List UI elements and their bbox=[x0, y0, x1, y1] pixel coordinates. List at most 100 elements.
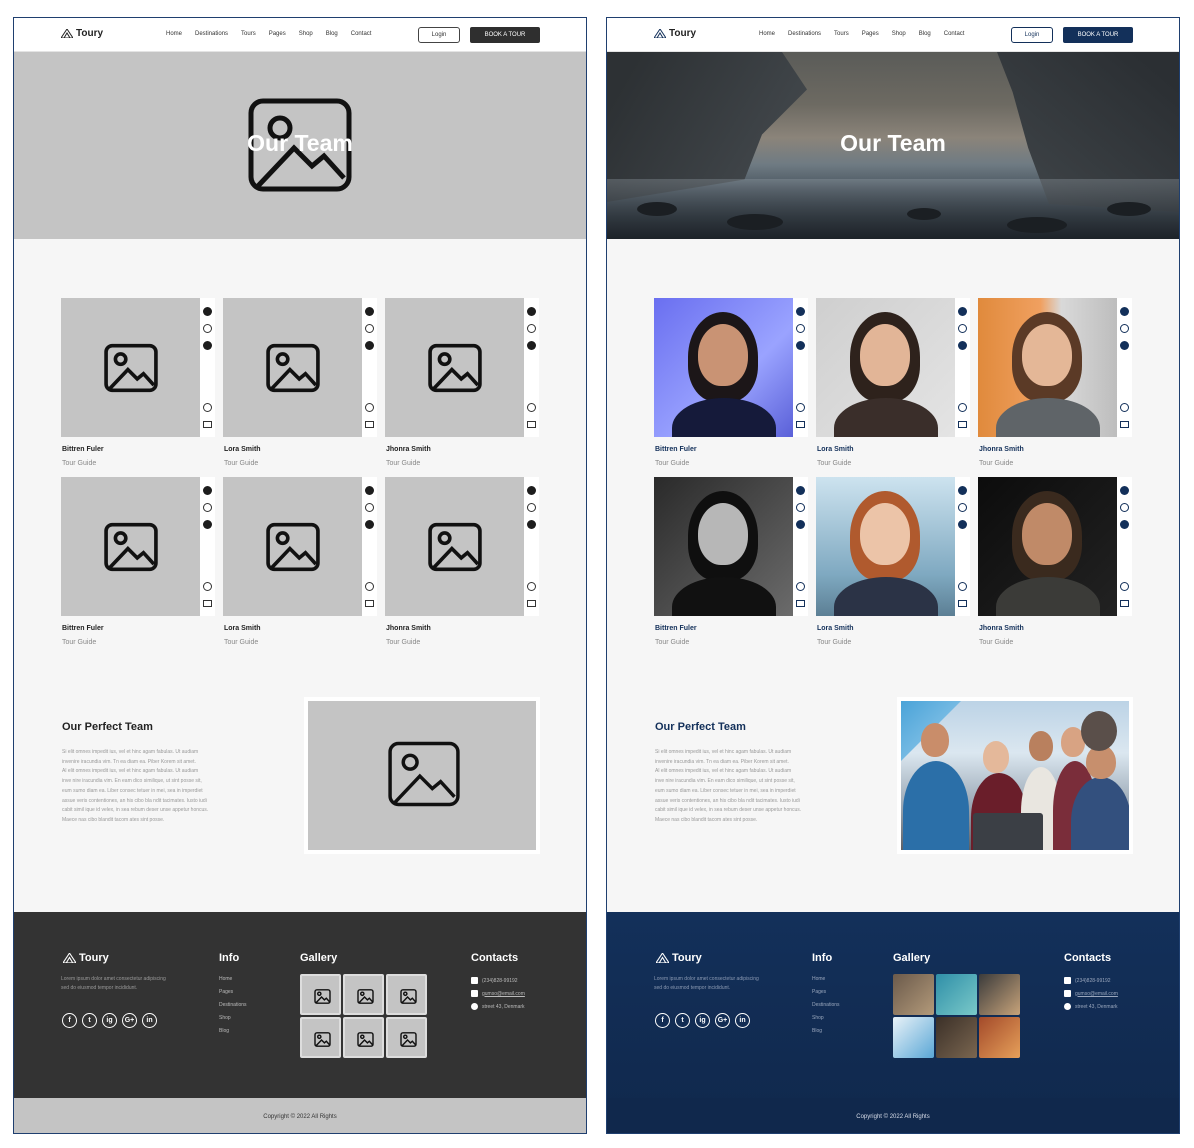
twitter-icon[interactable] bbox=[203, 341, 212, 350]
mail-icon[interactable] bbox=[203, 421, 212, 428]
team-member-name[interactable]: Lora Smith bbox=[224, 625, 261, 632]
team-member-photo[interactable] bbox=[978, 477, 1117, 616]
team-member-photo-placeholder[interactable] bbox=[223, 477, 362, 616]
team-member-name[interactable]: Bittren Fuler bbox=[655, 446, 697, 453]
team-member-photo-placeholder[interactable] bbox=[385, 298, 524, 437]
team-member-photo-placeholder[interactable] bbox=[223, 298, 362, 437]
instagram-icon[interactable] bbox=[796, 324, 805, 333]
nav-item-blog[interactable]: Blog bbox=[326, 31, 338, 37]
team-member-name[interactable]: Bittren Fuler bbox=[62, 625, 104, 632]
instagram-icon[interactable] bbox=[958, 324, 967, 333]
instagram-icon[interactable] bbox=[365, 503, 374, 512]
nav-item-shop[interactable]: Shop bbox=[299, 31, 313, 37]
logo[interactable]: Toury bbox=[61, 28, 103, 39]
phone-icon[interactable] bbox=[958, 403, 967, 412]
footer-logo[interactable]: Toury bbox=[63, 952, 109, 964]
instagram-icon[interactable] bbox=[958, 503, 967, 512]
nav-item-destinations[interactable]: Destinations bbox=[195, 31, 228, 37]
team-member-photo[interactable] bbox=[978, 298, 1117, 437]
facebook-icon[interactable] bbox=[1120, 307, 1129, 316]
twitter-icon[interactable] bbox=[958, 520, 967, 529]
twitter-icon[interactable] bbox=[796, 341, 805, 350]
footer-link-home[interactable]: Home bbox=[219, 976, 232, 982]
mail-icon[interactable] bbox=[527, 421, 536, 428]
twitter-icon[interactable] bbox=[203, 520, 212, 529]
mail-icon[interactable] bbox=[796, 600, 805, 607]
footer-logo[interactable]: Toury bbox=[656, 952, 702, 964]
facebook-icon[interactable]: f bbox=[62, 1013, 77, 1028]
facebook-icon[interactable]: f bbox=[655, 1013, 670, 1028]
team-member-name[interactable]: Jhonra Smith bbox=[979, 625, 1024, 632]
phone-icon[interactable] bbox=[365, 403, 374, 412]
instagram-icon[interactable] bbox=[203, 503, 212, 512]
twitter-icon[interactable] bbox=[365, 341, 374, 350]
phone-icon[interactable] bbox=[203, 403, 212, 412]
nav-item-contact[interactable]: Contact bbox=[351, 31, 372, 37]
footer-link-shop[interactable]: Shop bbox=[812, 1015, 824, 1021]
mail-icon[interactable] bbox=[1120, 421, 1129, 428]
gallery-thumbnail[interactable] bbox=[936, 1017, 977, 1058]
footer-link-blog[interactable]: Blog bbox=[812, 1028, 822, 1034]
twitter-icon[interactable] bbox=[958, 341, 967, 350]
facebook-icon[interactable] bbox=[958, 486, 967, 495]
gallery-thumbnail[interactable] bbox=[300, 1017, 341, 1058]
login-button[interactable]: Login bbox=[418, 27, 460, 43]
linkedin-icon[interactable]: in bbox=[735, 1013, 750, 1028]
gallery-thumbnail[interactable] bbox=[979, 974, 1020, 1015]
facebook-icon[interactable] bbox=[203, 307, 212, 316]
gallery-thumbnail[interactable] bbox=[893, 974, 934, 1015]
phone-icon[interactable] bbox=[527, 582, 536, 591]
facebook-icon[interactable] bbox=[203, 486, 212, 495]
team-member-name[interactable]: Jhonra Smith bbox=[979, 446, 1024, 453]
instagram-icon[interactable] bbox=[527, 503, 536, 512]
instagram-icon[interactable] bbox=[1120, 324, 1129, 333]
mail-icon[interactable] bbox=[365, 421, 374, 428]
nav-item-destinations[interactable]: Destinations bbox=[788, 31, 821, 37]
gallery-thumbnail[interactable] bbox=[979, 1017, 1020, 1058]
footer-link-blog[interactable]: Blog bbox=[219, 1028, 229, 1034]
team-member-name[interactable]: Bittren Fuler bbox=[62, 446, 104, 453]
instagram-icon[interactable] bbox=[527, 324, 536, 333]
gallery-thumbnail[interactable] bbox=[343, 1017, 384, 1058]
phone-icon[interactable] bbox=[365, 582, 374, 591]
team-member-name[interactable]: Jhonra Smith bbox=[386, 446, 431, 453]
book-tour-button[interactable]: BOOK A TOUR bbox=[470, 27, 540, 43]
footer-link-destinations[interactable]: Destinations bbox=[812, 1002, 840, 1008]
nav-item-pages[interactable]: Pages bbox=[862, 31, 879, 37]
facebook-icon[interactable] bbox=[796, 307, 805, 316]
facebook-icon[interactable] bbox=[365, 307, 374, 316]
phone-icon[interactable] bbox=[1120, 403, 1129, 412]
team-member-photo-placeholder[interactable] bbox=[61, 298, 200, 437]
team-member-name[interactable]: Jhonra Smith bbox=[386, 625, 431, 632]
team-member-photo-placeholder[interactable] bbox=[61, 477, 200, 616]
facebook-icon[interactable] bbox=[527, 307, 536, 316]
logo[interactable]: Toury bbox=[654, 28, 696, 39]
footer-link-pages[interactable]: Pages bbox=[219, 989, 233, 995]
team-member-photo[interactable] bbox=[816, 477, 955, 616]
instagram-icon[interactable]: ig bbox=[695, 1013, 710, 1028]
contact-email[interactable]: gumso@email.com bbox=[1064, 990, 1118, 997]
phone-icon[interactable] bbox=[527, 403, 536, 412]
gallery-thumbnail[interactable] bbox=[300, 974, 341, 1015]
twitter-icon[interactable] bbox=[527, 520, 536, 529]
facebook-icon[interactable] bbox=[527, 486, 536, 495]
twitter-icon[interactable] bbox=[527, 341, 536, 350]
mail-icon[interactable] bbox=[203, 600, 212, 607]
google-plus-icon[interactable]: G+ bbox=[122, 1013, 137, 1028]
instagram-icon[interactable] bbox=[365, 324, 374, 333]
phone-icon[interactable] bbox=[1120, 582, 1129, 591]
nav-item-pages[interactable]: Pages bbox=[269, 31, 286, 37]
gallery-thumbnail[interactable] bbox=[893, 1017, 934, 1058]
footer-link-destinations[interactable]: Destinations bbox=[219, 1002, 247, 1008]
facebook-icon[interactable] bbox=[796, 486, 805, 495]
google-plus-icon[interactable]: G+ bbox=[715, 1013, 730, 1028]
nav-item-blog[interactable]: Blog bbox=[919, 31, 931, 37]
twitter-icon[interactable] bbox=[1120, 341, 1129, 350]
instagram-icon[interactable] bbox=[1120, 503, 1129, 512]
team-member-photo-placeholder[interactable] bbox=[385, 477, 524, 616]
instagram-icon[interactable]: ig bbox=[102, 1013, 117, 1028]
mail-icon[interactable] bbox=[958, 421, 967, 428]
twitter-icon[interactable] bbox=[365, 520, 374, 529]
twitter-icon[interactable]: t bbox=[675, 1013, 690, 1028]
nav-item-tours[interactable]: Tours bbox=[241, 31, 256, 37]
